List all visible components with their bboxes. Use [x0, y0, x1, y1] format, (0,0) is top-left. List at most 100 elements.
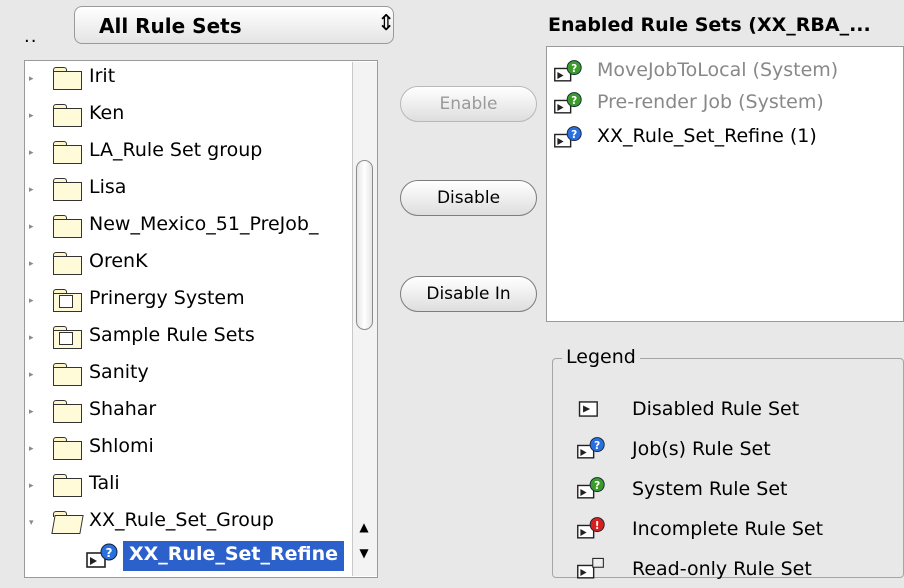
- legend-item-system: ? System Rule Set: [576, 472, 896, 508]
- system-rule-set-icon: ?: [554, 92, 582, 114]
- tree-item-label: OrenK: [89, 250, 148, 272]
- selected-tree-item-label: XX_Rule_Set_Refine: [123, 541, 345, 571]
- legend-item-read-only: Read-only Rule Set: [576, 552, 896, 588]
- disclosure-triangle-icon[interactable]: ▸: [29, 444, 34, 454]
- tree-item-shlomi[interactable]: ▸ Shlomi: [25, 431, 355, 467]
- tree-item-label: XX_Rule_Set_Group: [89, 509, 274, 531]
- svg-text:!: !: [595, 520, 600, 532]
- tree-item-prinergy-system[interactable]: ▸ Prinergy System: [25, 283, 355, 319]
- tree-item-lisa[interactable]: ▸ Lisa: [25, 172, 355, 208]
- legend-item-label: Job(s) Rule Set: [632, 438, 771, 460]
- disclosure-triangle-icon[interactable]: ▸: [29, 296, 34, 306]
- tree-item-label: Sample Rule Sets: [89, 324, 255, 346]
- disclosure-triangle-icon[interactable]: ▸: [29, 74, 34, 84]
- folder-icon: [53, 363, 83, 386]
- tree-item-label: Shlomi: [89, 435, 154, 457]
- legend-item-incomplete: ! Incomplete Rule Set: [576, 512, 896, 548]
- legend-item-label: Incomplete Rule Set: [632, 518, 824, 540]
- tree-item-la-rule-set-group[interactable]: ▸ LA_Rule Set group: [25, 135, 355, 171]
- rule-set-tree[interactable]: ▸ Irit ▸ Ken ▸ LA_Rule Set group ▸ Lisa …: [24, 60, 378, 578]
- disclosure-triangle-icon[interactable]: ▸: [29, 370, 34, 380]
- folder-icon: [53, 400, 83, 423]
- locked-folder-icon: [53, 326, 83, 349]
- scrollbar-thumb[interactable]: [356, 160, 373, 330]
- legend-item-label: System Rule Set: [632, 478, 788, 500]
- legend-item-jobs: ? Job(s) Rule Set: [576, 432, 896, 468]
- disclosure-triangle-icon[interactable]: ▸: [29, 259, 34, 269]
- scroll-up-arrow-icon[interactable]: ▲: [352, 515, 376, 539]
- rule-set-filter-dropdown[interactable]: All Rule Sets ⇕: [74, 6, 394, 44]
- disclosure-triangle-icon[interactable]: ▸: [29, 185, 34, 195]
- tree-item-label: Shahar: [89, 398, 157, 420]
- disclosure-triangle-icon[interactable]: ▸: [29, 222, 34, 232]
- open-folder-icon: [51, 511, 84, 534]
- svg-text:?: ?: [571, 129, 577, 141]
- scroll-down-arrow-icon[interactable]: ▼: [352, 540, 376, 566]
- legend-title: Legend: [562, 346, 640, 368]
- disclosure-triangle-icon[interactable]: ▸: [29, 481, 34, 491]
- folder-icon: [53, 474, 83, 497]
- disclosure-triangle-open-icon[interactable]: ▾: [29, 518, 34, 528]
- folder-icon: [53, 178, 83, 201]
- tree-item-label: Tali: [89, 472, 120, 494]
- legend-item-disabled: Disabled Rule Set: [576, 392, 896, 428]
- svg-text:?: ?: [571, 95, 577, 107]
- disable-in-button[interactable]: Disable In: [400, 276, 537, 312]
- svg-text:?: ?: [594, 440, 600, 452]
- parent-folder-link[interactable]: ..: [24, 26, 37, 47]
- locked-folder-icon: [53, 289, 83, 312]
- tree-item-label: Irit: [89, 65, 116, 87]
- tree-item-sanity[interactable]: ▸ Sanity: [25, 357, 355, 393]
- read-only-rule-set-icon: [577, 557, 604, 579]
- disclosure-triangle-icon[interactable]: ▸: [29, 148, 34, 158]
- tree-item-label: New_Mexico_51_PreJob_: [89, 213, 319, 235]
- legend-item-label: Read-only Rule Set: [632, 558, 812, 580]
- tree-item-irit[interactable]: ▸ Irit: [25, 61, 355, 97]
- tree-item-label: Prinergy System: [89, 287, 245, 309]
- incomplete-rule-set-icon: !: [577, 517, 605, 539]
- svg-text:?: ?: [571, 63, 577, 75]
- folder-icon: [53, 104, 83, 127]
- enabled-item-label: MoveJobToLocal (System): [597, 59, 839, 81]
- disabled-rule-set-icon: [578, 401, 598, 417]
- job-rule-set-icon: ?: [86, 543, 118, 568]
- legend-item-label: Disabled Rule Set: [632, 398, 800, 420]
- enabled-item-label: Pre-render Job (System): [597, 91, 824, 113]
- tree-item-xx-rule-set-refine[interactable]: ? XX_Rule_Set_Refine: [25, 539, 355, 575]
- enabled-rule-sets-title: Enabled Rule Sets (XX_RBA_...: [548, 14, 871, 36]
- disclosure-triangle-icon[interactable]: ▸: [29, 407, 34, 417]
- tree-item-ken[interactable]: ▸ Ken: [25, 98, 355, 134]
- enabled-item-label: XX_Rule_Set_Refine (1): [597, 125, 817, 147]
- tree-item-label: LA_Rule Set group: [89, 139, 263, 161]
- system-rule-set-icon: ?: [577, 477, 605, 499]
- job-rule-set-icon: ?: [577, 437, 605, 459]
- enabled-rule-sets-list[interactable]: ? MoveJobToLocal (System) ? Pre-render J…: [546, 46, 904, 322]
- folder-icon: [53, 215, 83, 238]
- dropdown-arrow-icon: ⇕: [377, 11, 394, 36]
- tree-item-tali[interactable]: ▸ Tali: [25, 468, 355, 504]
- enabled-item-movejobtolocal[interactable]: ? MoveJobToLocal (System): [553, 57, 893, 87]
- svg-text:?: ?: [594, 480, 600, 492]
- tree-item-shahar[interactable]: ▸ Shahar: [25, 394, 355, 430]
- disable-button[interactable]: Disable: [400, 180, 537, 216]
- folder-icon: [53, 141, 83, 164]
- system-rule-set-icon: ?: [554, 60, 582, 82]
- folder-icon: [53, 252, 83, 275]
- rule-set-filter-value: All Rule Sets: [99, 14, 242, 38]
- tree-item-label: Lisa: [89, 176, 127, 198]
- job-rule-set-icon: ?: [554, 126, 582, 148]
- enable-button[interactable]: Enable: [400, 86, 537, 122]
- folder-icon: [53, 67, 83, 90]
- enabled-item-pre-render-job[interactable]: ? Pre-render Job (System): [553, 89, 893, 119]
- disclosure-triangle-icon[interactable]: ▸: [29, 111, 34, 121]
- tree-item-sample-rule-sets[interactable]: ▸ Sample Rule Sets: [25, 320, 355, 356]
- folder-icon: [53, 437, 83, 460]
- enabled-item-xx-rule-set-refine[interactable]: ? XX_Rule_Set_Refine (1): [553, 123, 893, 153]
- tree-item-new-mexico[interactable]: ▸ New_Mexico_51_PreJob_: [25, 209, 355, 245]
- tree-item-orenk[interactable]: ▸ OrenK: [25, 246, 355, 282]
- tree-item-label: Ken: [89, 102, 125, 124]
- disclosure-triangle-icon[interactable]: ▸: [29, 333, 34, 343]
- svg-text:?: ?: [106, 546, 113, 560]
- tree-item-label: Sanity: [89, 361, 149, 383]
- tree-item-xx-rule-set-group[interactable]: ▾ XX_Rule_Set_Group: [25, 505, 355, 541]
